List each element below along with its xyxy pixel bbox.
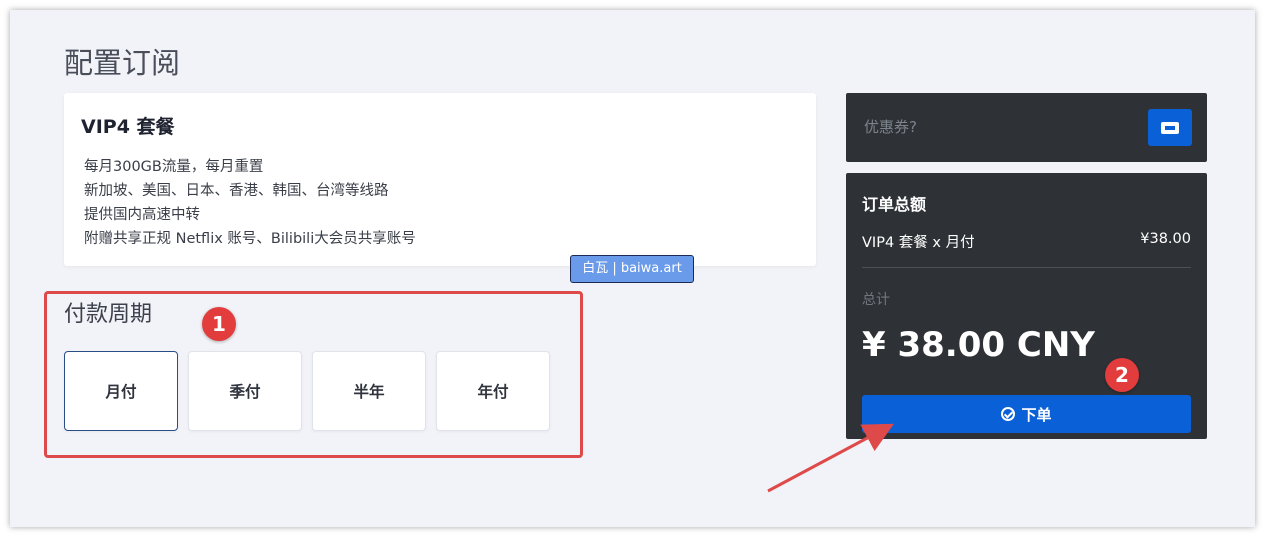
annotation-arrow xyxy=(767,423,894,493)
page-frame: 配置订阅 VIP4 套餐 每月300GB流量，每月重置 新加坡、美国、日本、香港… xyxy=(10,10,1255,527)
